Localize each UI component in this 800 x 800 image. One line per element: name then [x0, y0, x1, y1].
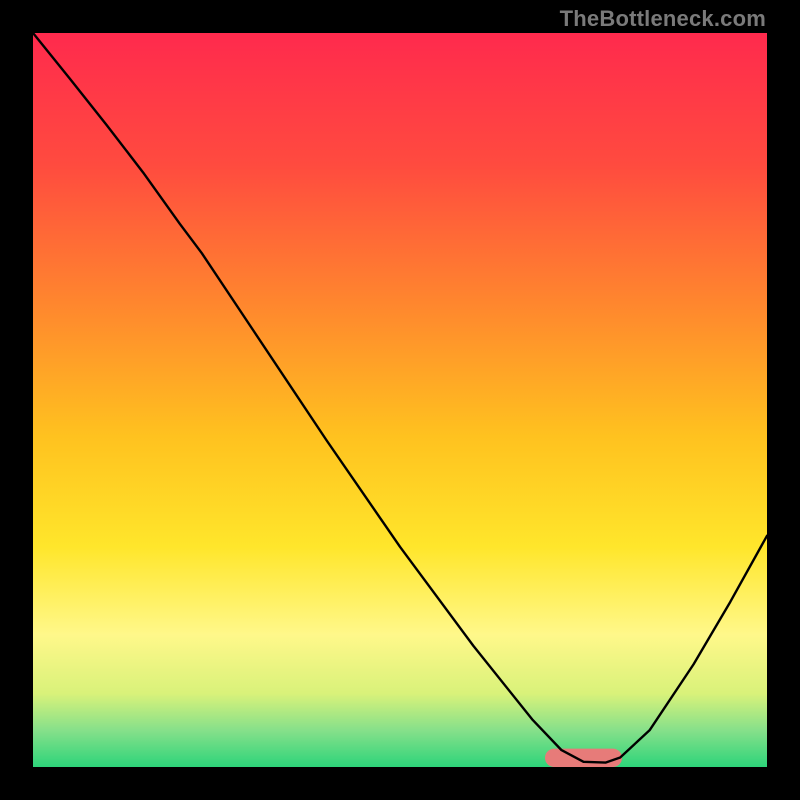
watermark-text: TheBottleneck.com [560, 6, 766, 32]
chart-plot-area [33, 33, 767, 767]
chart-background-gradient [33, 33, 767, 767]
chart-svg [33, 33, 767, 767]
